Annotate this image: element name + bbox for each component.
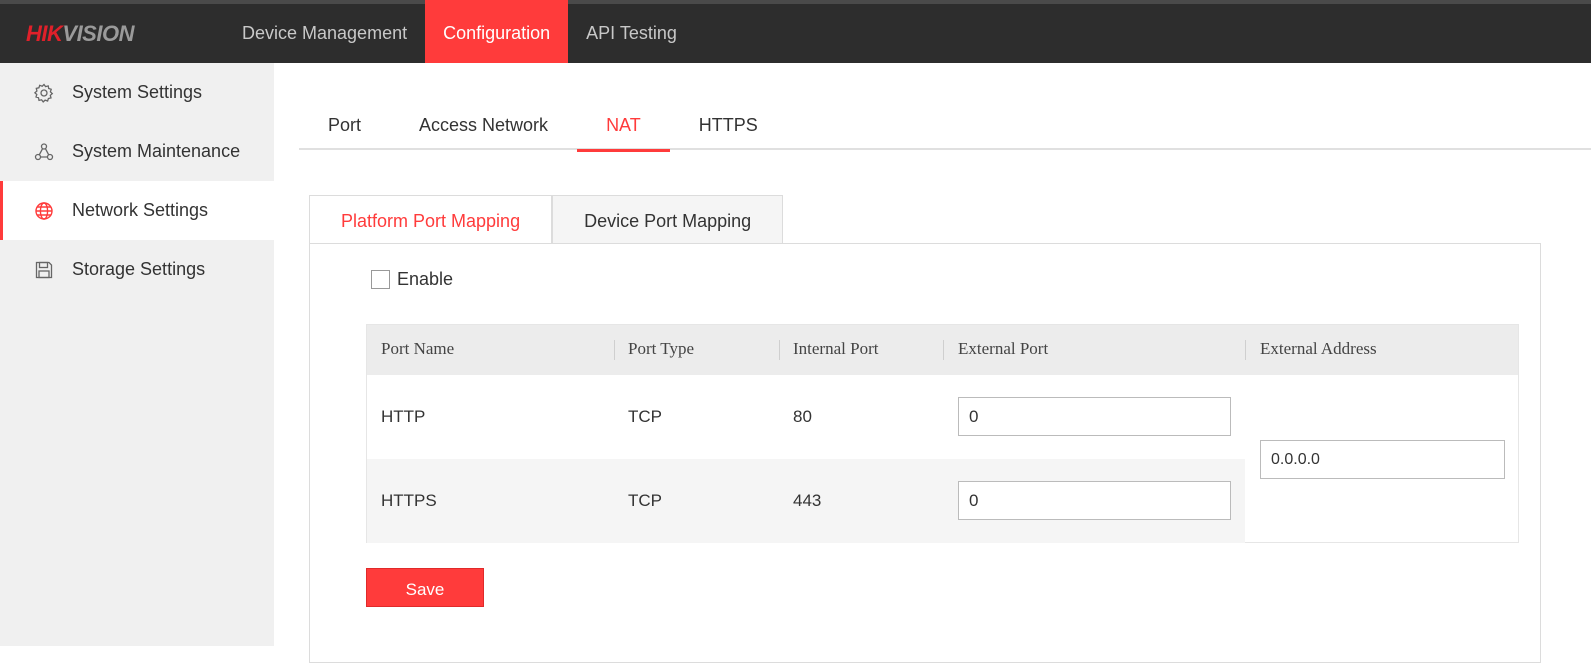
port-name-cell: HTTPS (381, 491, 437, 510)
nav-device-management[interactable]: Device Management (224, 0, 425, 63)
external-port-input-http[interactable]: 0 (958, 397, 1231, 436)
hikvision-logo: HIKVISION (26, 21, 134, 46)
column-header-port-type: Port Type (628, 339, 695, 358)
column-divider (779, 340, 780, 360)
table-row: HTTPS TCP 443 0 (367, 459, 1245, 543)
gear-icon (34, 83, 54, 103)
port-mapping-table: Port Name Port Type Internal Port Extern… (366, 324, 1519, 543)
tab-bar: Port Access Network NAT HTTPS (299, 103, 1591, 152)
column-header-internal-port: Internal Port (793, 339, 879, 358)
port-type-cell: TCP (628, 491, 662, 510)
table-header: Port Name Port Type Internal Port Extern… (367, 325, 1518, 375)
tab-nat[interactable]: NAT (577, 103, 670, 152)
port-name-cell: HTTP (381, 407, 426, 426)
sidebar-item-label: Storage Settings (72, 259, 206, 279)
save-button[interactable]: Save (366, 568, 484, 607)
sidebar-item-label: Network Settings (72, 200, 209, 220)
maintenance-icon (34, 142, 54, 162)
enable-checkbox[interactable] (371, 270, 390, 289)
nav-api-testing[interactable]: API Testing (568, 0, 695, 63)
column-header-external-address: External Address (1260, 339, 1377, 358)
top-nav: Device Management Configuration API Test… (224, 0, 695, 63)
nav-configuration[interactable]: Configuration (425, 0, 569, 63)
sidebar-item-label: System Maintenance (72, 141, 241, 161)
port-mapping-panel: Enable Port Name Port Type Internal Port… (309, 243, 1541, 663)
tab-https[interactable]: HTTPS (670, 103, 787, 150)
column-header-port-name: Port Name (381, 339, 455, 358)
subtab-device-port-mapping[interactable]: Device Port Mapping (552, 195, 784, 244)
column-divider (943, 340, 944, 360)
external-port-input-https[interactable]: 0 (958, 481, 1231, 520)
main-content: Port Access Network NAT HTTPS Platform P… (274, 63, 1591, 663)
column-divider (1245, 340, 1246, 360)
sidebar-item-storage-settings[interactable]: Storage Settings (0, 240, 274, 299)
column-divider (614, 340, 615, 360)
enable-label: Enable (397, 269, 454, 289)
port-type-cell: TCP (628, 407, 662, 426)
internal-port-cell: 80 (793, 407, 812, 426)
subtab-bar: Platform Port Mapping Device Port Mappin… (309, 195, 784, 244)
save-disk-icon (34, 260, 54, 280)
external-address-input[interactable]: 0.0.0.0 (1260, 440, 1505, 479)
top-bar: HIKVISION Device Management Configuratio… (0, 0, 1591, 63)
sidebar-item-system-maintenance[interactable]: System Maintenance (0, 122, 274, 181)
globe-icon (34, 201, 54, 221)
sidebar-item-system-settings[interactable]: System Settings (0, 63, 274, 122)
column-header-external-port: External Port (958, 339, 1049, 358)
tab-access-network[interactable]: Access Network (390, 103, 577, 150)
sidebar-item-label: System Settings (72, 82, 203, 102)
tab-port[interactable]: Port (299, 103, 390, 150)
internal-port-cell: 443 (793, 491, 822, 510)
table-row: HTTP TCP 80 0 (367, 375, 1245, 459)
subtab-platform-port-mapping[interactable]: Platform Port Mapping (309, 195, 553, 244)
sidebar: System Settings System Maintenance Netwo… (0, 63, 274, 646)
sidebar-item-network-settings[interactable]: Network Settings (0, 181, 274, 240)
enable-row: Enable (371, 269, 453, 290)
